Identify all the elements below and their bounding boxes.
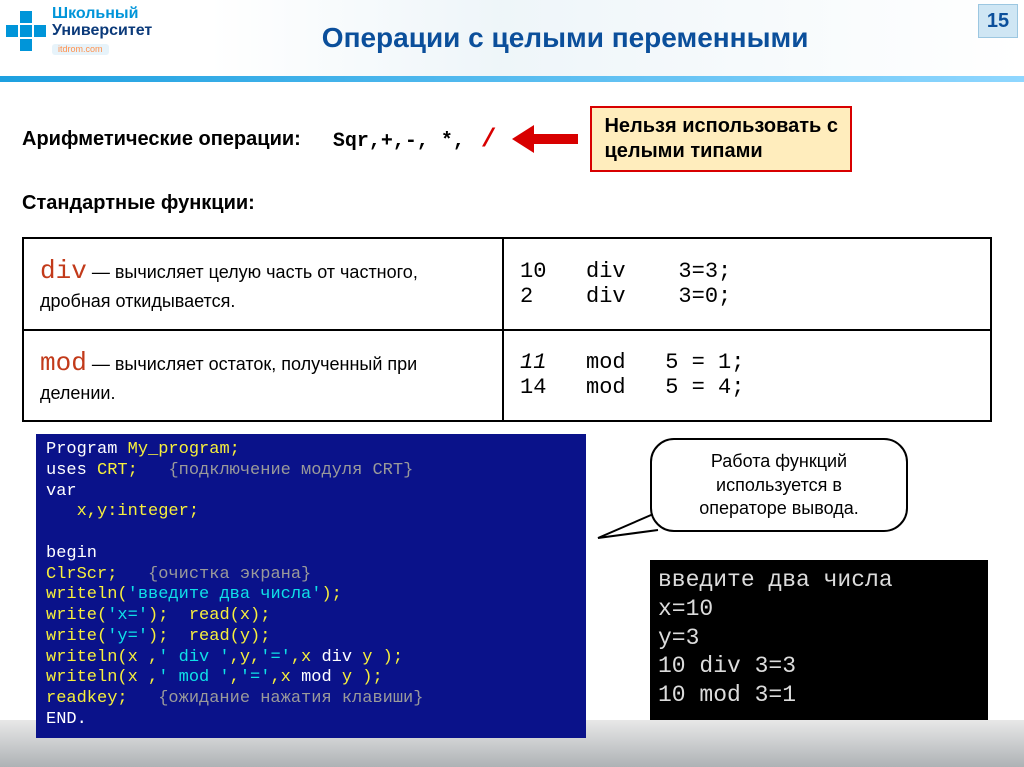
callout-warning: Нельзя использовать с целыми типами — [590, 106, 852, 172]
func-table: div — вычисляет целую часть от частного,… — [22, 237, 992, 422]
callout-line2: целыми типами — [604, 139, 838, 164]
bubble-l1: Работа функций — [666, 450, 892, 473]
logo: Школьный Университет itdrom.com — [0, 0, 152, 56]
div-example-cell: 10 div 3=3; 2 div 3=0; — [503, 238, 991, 330]
mod-desc-cell: mod — вычисляет остаток, полученный при … — [23, 330, 503, 422]
arith-label: Арифметические операции: — [22, 128, 301, 151]
arith-ops: Sqr,+,-, *, / — [333, 124, 501, 154]
div-desc-cell: div — вычисляет целую часть от частного,… — [23, 238, 503, 330]
ops-slash: / — [477, 124, 501, 154]
stdfunc-label: Стандартные функции: — [22, 192, 1002, 215]
mod-keyword: mod — [40, 348, 87, 378]
slide-header: Школьный Университет itdrom.com Операции… — [0, 0, 1024, 80]
logo-line2: Университет — [52, 23, 152, 40]
mod-example-cell: 11 mod 5 = 1; 14 mod 5 = 4; — [503, 330, 991, 422]
slide-content: Арифметические операции: Sqr,+,-, *, / Н… — [0, 80, 1024, 732]
console-output: введите два числа x=10 y=3 10 div 3=3 10… — [650, 560, 988, 720]
code-listing: Program My_program; uses CRT; {подключен… — [36, 434, 586, 738]
table-row: mod — вычисляет остаток, полученный при … — [23, 330, 991, 422]
logo-text: Школьный Университет itdrom.com — [52, 6, 152, 56]
bubble-l2: используется в — [666, 474, 892, 497]
ops-prefix: Sqr,+,-, *, — [333, 130, 477, 153]
mod-desc: — вычисляет остаток, полученный при деле… — [40, 354, 417, 403]
speech-bubble: Работа функций используется в операторе … — [650, 438, 908, 532]
bubble-tail-icon — [588, 508, 658, 548]
bubble-l3: операторе вывода. — [666, 497, 892, 520]
callout-line1: Нельзя использовать с — [604, 114, 838, 139]
div-desc: — вычисляет целую часть от частного, дро… — [40, 262, 418, 311]
header-underline — [0, 76, 1024, 82]
page-number-badge: 15 — [978, 4, 1018, 38]
logo-link: itdrom.com — [52, 44, 109, 55]
arrow-left-icon — [512, 125, 578, 153]
lower-area: Program My_program; uses CRT; {подключен… — [22, 432, 1002, 732]
logo-icon — [6, 11, 46, 51]
page-title: Операции с целыми переменными — [152, 0, 978, 54]
logo-line1: Школьный — [52, 6, 152, 23]
mod-ex-italic: 11 — [520, 350, 546, 375]
div-keyword: div — [40, 256, 87, 286]
table-row: div — вычисляет целую часть от частного,… — [23, 238, 991, 330]
arith-row: Арифметические операции: Sqr,+,-, *, / Н… — [22, 106, 1002, 172]
